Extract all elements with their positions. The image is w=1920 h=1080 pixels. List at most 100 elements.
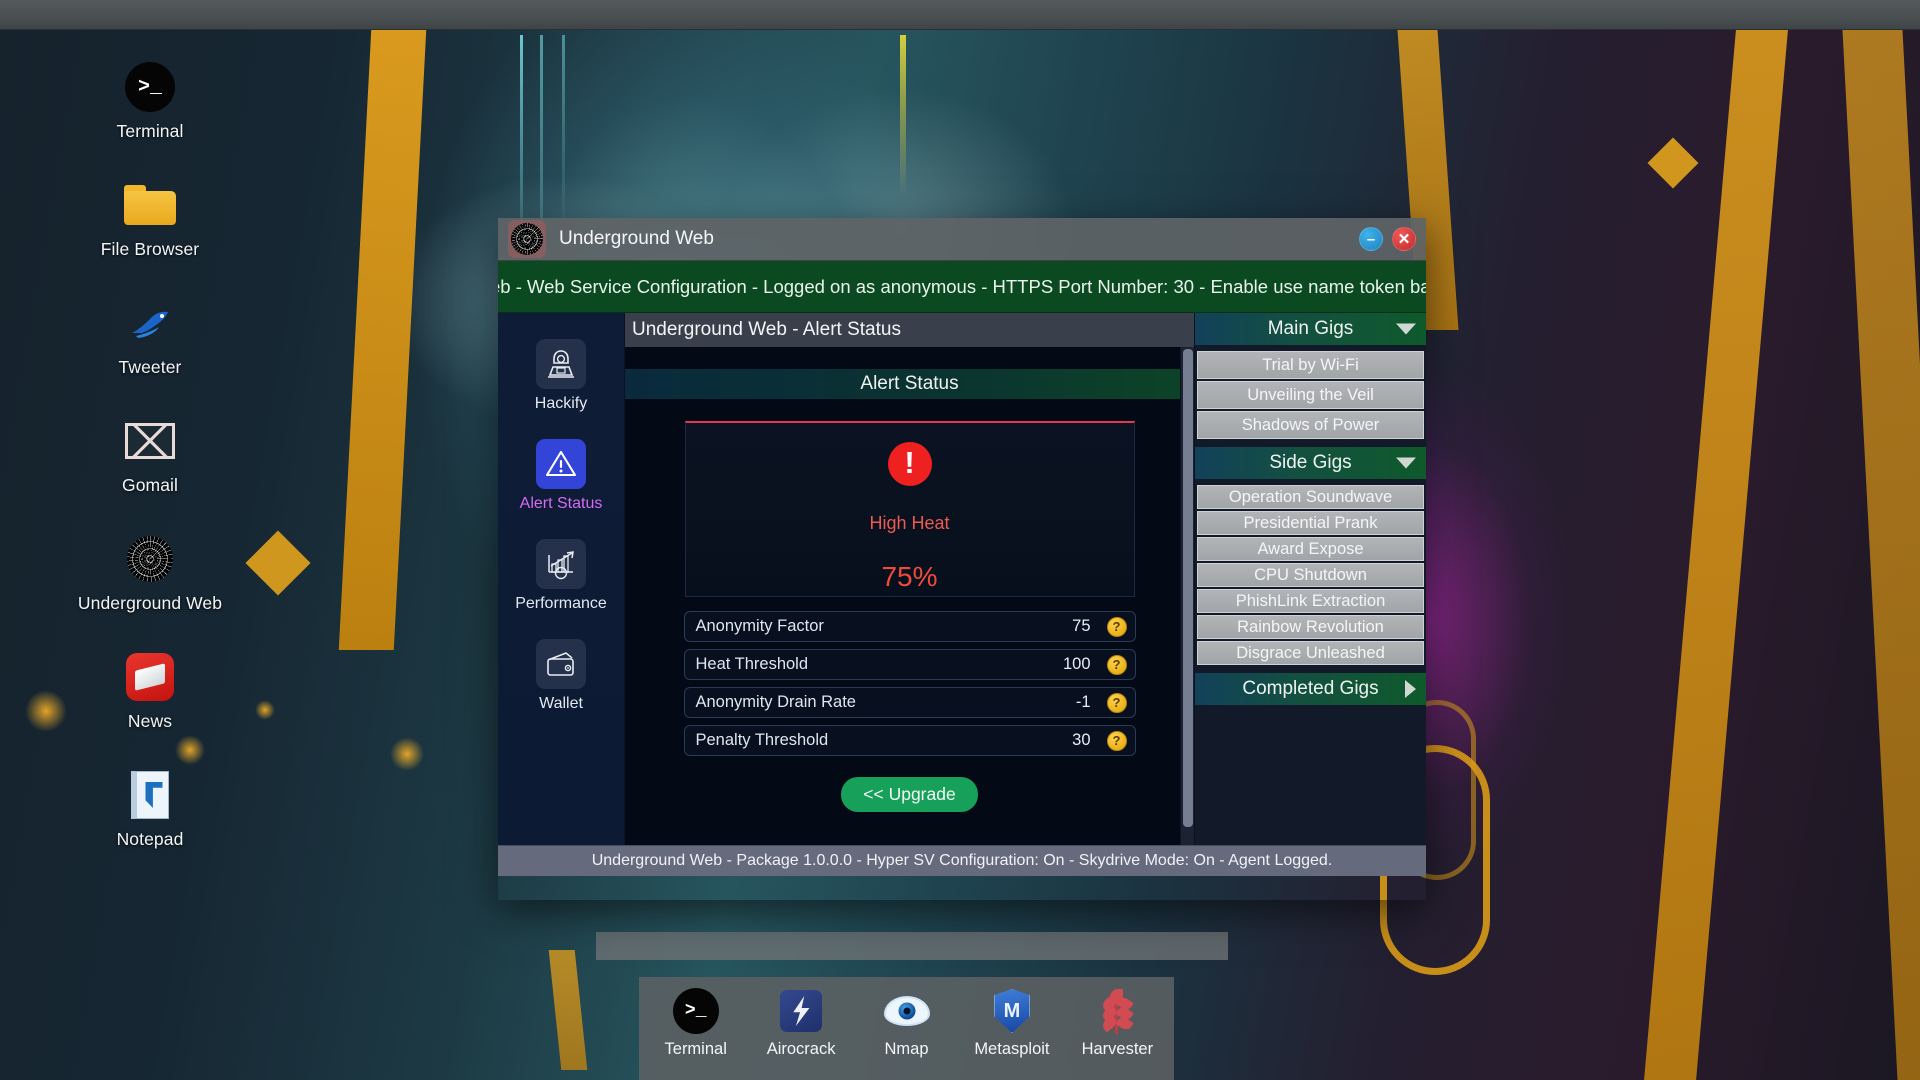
center-panel: Underground Web - Alert Status Alert Sta… <box>625 313 1194 845</box>
chevron-right-icon <box>1405 680 1416 698</box>
nav-item-performance[interactable]: Performance <box>498 539 624 613</box>
gig-item[interactable]: Disgrace Unleashed <box>1197 641 1424 665</box>
gig-item[interactable]: PhishLink Extraction <box>1197 589 1424 613</box>
upgrade-area: << Upgrade <box>625 777 1194 812</box>
folder-icon <box>123 178 177 232</box>
nav-item-hackify[interactable]: Hackify <box>498 339 624 413</box>
underground-web-window: Underground Web – ✕ eb - Web Service Con… <box>498 218 1426 900</box>
dock-item-label: Airocrack <box>766 1040 836 1058</box>
desktop-icon-label: File Browser <box>100 239 200 259</box>
wallpaper-diamond <box>1647 137 1699 189</box>
gig-section-title: Side Gigs <box>1269 452 1352 473</box>
gig-item[interactable]: Shadows of Power <box>1197 411 1424 439</box>
help-icon[interactable]: ? <box>1106 730 1127 751</box>
alert-level-label: High Heat <box>869 513 950 533</box>
help-icon[interactable]: ? <box>1106 616 1127 637</box>
desktop-icon-label: Tweeter <box>118 357 182 377</box>
exclamation-circle-icon: ! <box>887 442 932 486</box>
dock-item-label: Metasploit <box>974 1040 1050 1058</box>
dock-item-airocrack[interactable]: Airocrack <box>756 987 845 1059</box>
desktop-icon-label: News <box>127 711 173 731</box>
nav-item-label: Wallet <box>539 695 583 712</box>
nav-item-alert-status[interactable]: Alert Status <box>498 439 624 513</box>
upgrade-button[interactable]: << Upgrade <box>841 777 978 812</box>
gigs-sidebar: Main Gigs Trial by Wi-Fi Unveiling the V… <box>1194 313 1426 845</box>
gig-item[interactable]: CPU Shutdown <box>1197 563 1424 587</box>
gig-item[interactable]: Award Expose <box>1197 537 1424 561</box>
alert-section-title: Alert Status <box>625 369 1194 399</box>
terminal-icon: >_ <box>123 60 177 114</box>
stat-name: Penalty Threshold <box>695 731 829 749</box>
stat-row: Heat Threshold 100 ? <box>683 649 1136 680</box>
gig-section-title: Main Gigs <box>1267 318 1354 339</box>
terminal-icon: >_ <box>672 987 719 1035</box>
gig-item[interactable]: Unveiling the Veil <box>1197 381 1424 409</box>
dock-item-nmap[interactable]: Nmap <box>862 987 951 1059</box>
dock-item-label: Nmap <box>884 1040 929 1058</box>
desktop-icon-news[interactable]: News <box>0 650 300 732</box>
notepad-icon <box>123 768 177 822</box>
left-nav: Hackify Alert Status Performance Wallet <box>498 313 625 845</box>
desktop-icon-underground-web[interactable]: Underground Web <box>0 532 300 614</box>
chevron-down-icon <box>1396 323 1416 335</box>
window-statusbar: Underground Web - Package 1.0.0.0 - Hype… <box>498 845 1426 876</box>
wallpaper-accent-bar <box>338 30 427 650</box>
gig-item[interactable]: Rainbow Revolution <box>1197 615 1424 639</box>
desktop-icon-notepad[interactable]: Notepad <box>0 768 300 850</box>
gig-section-side-gigs[interactable]: Side Gigs <box>1195 447 1426 479</box>
stat-name: Anonymity Drain Rate <box>695 693 856 711</box>
wallpaper-accent-bar <box>1644 30 1788 1080</box>
nav-item-wallet[interactable]: Wallet <box>498 639 624 713</box>
window-body: Hackify Alert Status Performance Wallet … <box>498 313 1426 845</box>
help-icon[interactable]: ? <box>1106 654 1127 675</box>
panel-spacer <box>625 347 1194 369</box>
stat-value: 100 <box>1062 655 1091 673</box>
help-icon[interactable]: ? <box>1106 692 1127 713</box>
stat-value: -1 <box>1075 693 1091 711</box>
close-button[interactable]: ✕ <box>1392 227 1416 251</box>
minimize-button[interactable]: – <box>1359 227 1383 251</box>
dock-item-metasploit[interactable]: M Metasploit <box>967 987 1056 1059</box>
chevron-down-icon <box>1396 457 1416 469</box>
gig-item[interactable]: Trial by Wi-Fi <box>1197 351 1424 379</box>
desktop-icon-file-browser[interactable]: File Browser <box>0 178 300 260</box>
eye-icon <box>883 987 930 1035</box>
gig-section-title: Completed Gigs <box>1242 678 1379 699</box>
dock-item-harvester[interactable]: Harvester <box>1073 987 1162 1059</box>
dock-item-terminal[interactable]: >_ Terminal <box>651 987 740 1059</box>
gig-item[interactable]: Operation Soundwave <box>1197 485 1424 509</box>
taskbar-dock: >_ Terminal Airocrack Nmap M Metasploit <box>639 977 1174 1080</box>
window-titlebar[interactable]: Underground Web – ✕ <box>498 218 1426 261</box>
alert-card: ! High Heat 75% <box>684 421 1135 597</box>
alert-percent: 75% <box>881 561 938 592</box>
desktop-icon-terminal[interactable]: >_ Terminal <box>0 60 300 142</box>
chart-gear-icon <box>536 539 586 589</box>
system-top-bar <box>0 0 1920 30</box>
stat-list: Anonymity Factor 75 ? Heat Threshold 100… <box>683 611 1136 763</box>
center-scrollbar[interactable] <box>1180 347 1194 845</box>
stat-row: Anonymity Drain Rate -1 ? <box>683 687 1136 718</box>
marquee-text: eb - Web Service Configuration - Logged … <box>498 275 1426 297</box>
desktop-icon-label: Gomail <box>121 475 179 495</box>
stat-row: Penalty Threshold 30 ? <box>683 725 1136 756</box>
desktop-icon-list: >_ Terminal File Browser Tweeter Gomail … <box>0 60 300 886</box>
stat-name: Anonymity Factor <box>695 617 824 635</box>
desktop-icon-label: Terminal <box>116 121 184 141</box>
envelope-icon <box>123 414 177 468</box>
wheat-icon <box>1100 987 1135 1035</box>
panel-title: Underground Web - Alert Status <box>625 313 1194 347</box>
stat-row: Anonymity Factor 75 ? <box>683 611 1136 642</box>
gig-item[interactable]: Presidential Prank <box>1197 511 1424 535</box>
hacker-icon <box>536 339 586 389</box>
nav-item-label: Hackify <box>534 395 588 412</box>
desktop-icon-tweeter[interactable]: Tweeter <box>0 296 300 378</box>
dock-shelf <box>596 932 1228 960</box>
gig-section-completed-gigs[interactable]: Completed Gigs <box>1195 673 1426 705</box>
gig-section-main-gigs[interactable]: Main Gigs <box>1195 313 1426 345</box>
dock-item-label: Harvester <box>1081 1040 1154 1058</box>
scrollbar-thumb[interactable] <box>1183 349 1193 828</box>
spiderweb-icon <box>508 220 546 258</box>
desktop-icon-gomail[interactable]: Gomail <box>0 414 300 496</box>
wallpaper-accent-bar <box>1842 30 1920 1080</box>
stat-name: Heat Threshold <box>695 655 809 673</box>
